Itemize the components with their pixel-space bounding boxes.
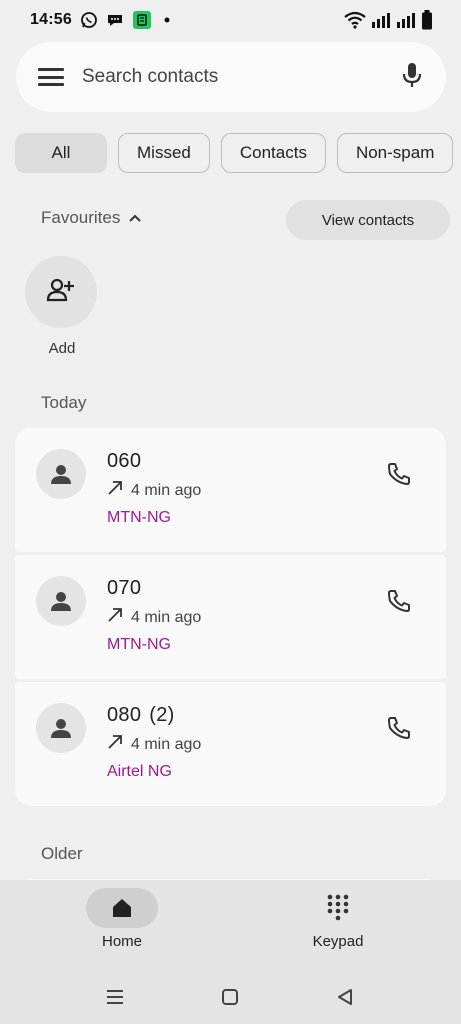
status-time: 14:56: [30, 11, 72, 28]
chevron-up-icon: [128, 208, 142, 228]
avatar[interactable]: [36, 449, 86, 499]
chip-non-spam[interactable]: Non-spam: [336, 133, 454, 173]
call-log-item[interactable]: 080 (2) 4 min ago Airtel NG: [15, 682, 446, 806]
nav-home-label: Home: [101, 933, 142, 950]
call-log-item[interactable]: 060 4 min ago MTN-NG: [15, 428, 446, 552]
search-input[interactable]: Search contacts: [82, 66, 400, 88]
call-carrier: Airtel NG: [107, 763, 172, 780]
person-icon: [51, 465, 71, 484]
filter-chips: All Missed Contacts Non-spam: [15, 133, 461, 175]
whatsapp-icon: [80, 11, 98, 29]
battery-icon: [421, 10, 433, 30]
view-contacts-button[interactable]: View contacts: [286, 200, 450, 240]
nav-keypad-label: Keypad: [312, 933, 364, 950]
call-time: 4 min ago: [131, 481, 202, 499]
person-icon: [51, 592, 71, 611]
call-number-text: 060: [107, 450, 142, 472]
status-bar: 14:56: [0, 0, 461, 40]
call-number: 060: [107, 450, 201, 473]
avatar[interactable]: [36, 703, 86, 753]
person-icon: [51, 719, 71, 738]
call-number: 080 (2): [107, 704, 201, 727]
call-time: 4 min ago: [131, 608, 202, 626]
call-carrier: MTN-NG: [107, 636, 171, 653]
phone-call-icon[interactable]: [383, 458, 415, 490]
avatar[interactable]: [36, 576, 86, 626]
search-bar[interactable]: Search contacts: [16, 42, 446, 112]
favourites-title: Favourites: [41, 208, 121, 227]
bottom-navigation: Home Keypad: [0, 880, 461, 968]
phone-call-icon[interactable]: [383, 712, 415, 744]
nav-keypad[interactable]: Keypad: [268, 888, 408, 950]
home-square-icon[interactable]: [215, 982, 245, 1012]
green-app-icon: [132, 10, 152, 30]
dot-icon: [160, 13, 174, 27]
call-log-item[interactable]: 070 4 min ago MTN-NG: [15, 555, 446, 679]
call-number: 070: [107, 577, 201, 600]
signal-icon: [371, 11, 391, 29]
system-navigation-bar: [0, 968, 461, 1024]
chip-missed[interactable]: Missed: [118, 133, 210, 173]
add-favourite-button[interactable]: [25, 256, 97, 328]
chip-all[interactable]: All: [15, 133, 107, 173]
microphone-icon[interactable]: [400, 61, 424, 94]
notification-icons: [80, 10, 174, 30]
call-count: (2): [149, 704, 175, 726]
nav-home[interactable]: Home: [52, 888, 192, 950]
recents-menu-icon[interactable]: [100, 982, 130, 1012]
signal-icon: [396, 11, 416, 29]
add-favourite-label: Add: [48, 340, 76, 357]
section-older: Older: [41, 844, 83, 863]
call-number-text: 080: [107, 704, 142, 726]
add-person-icon: [46, 277, 76, 308]
favourites-toggle[interactable]: Favourites: [41, 208, 142, 228]
keypad-icon: [327, 894, 349, 921]
home-icon: [113, 899, 131, 917]
section-today: Today: [41, 393, 87, 412]
hamburger-menu-icon[interactable]: [38, 66, 64, 88]
phone-call-icon[interactable]: [383, 585, 415, 617]
system-status-icons: [344, 10, 433, 30]
call-carrier: MTN-NG: [107, 509, 171, 526]
back-triangle-icon[interactable]: [330, 982, 360, 1012]
call-time: 4 min ago: [131, 735, 202, 753]
wifi-icon: [344, 11, 366, 29]
chip-contacts[interactable]: Contacts: [220, 133, 326, 173]
chat-bubble-icon: [106, 11, 124, 29]
outgoing-arrow-icon: [107, 734, 123, 755]
outgoing-arrow-icon: [107, 607, 123, 628]
outgoing-arrow-icon: [107, 480, 123, 501]
call-number-text: 070: [107, 577, 142, 599]
